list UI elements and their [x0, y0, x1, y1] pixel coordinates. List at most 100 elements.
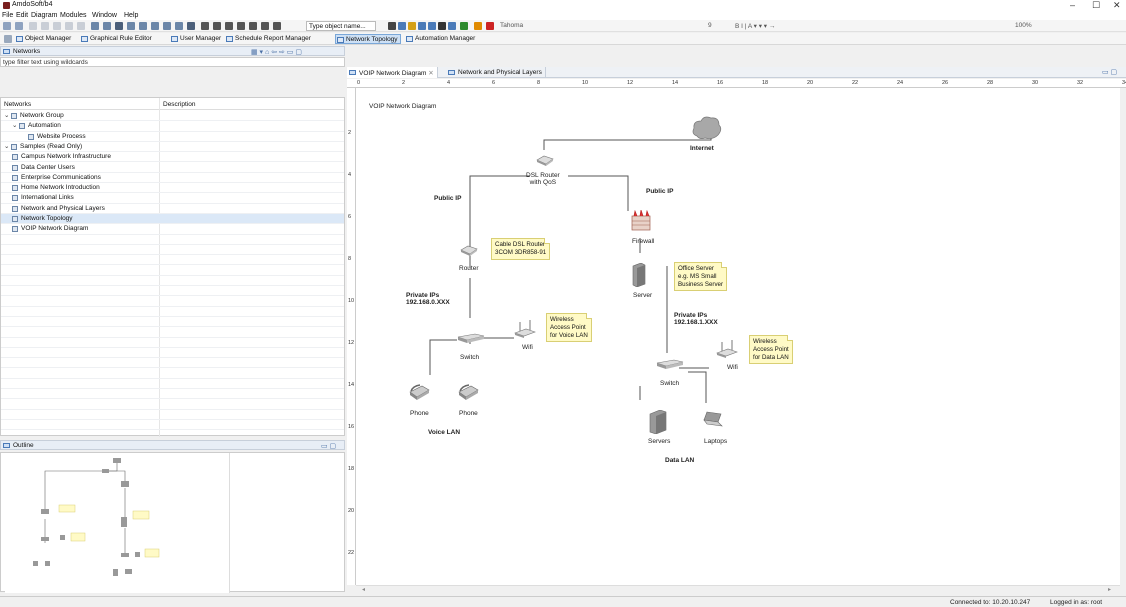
wifi-right-icon[interactable]: [716, 340, 738, 360]
toolbar-shape-icon[interactable]: [438, 22, 446, 30]
outline-tools-icon[interactable]: ▭ ▢: [321, 442, 336, 450]
tree-item[interactable]: ⌄ Network Group: [1, 111, 344, 122]
tree-item[interactable]: ⌄ Automation: [1, 121, 344, 132]
menu-file[interactable]: File: [2, 12, 13, 19]
column-description[interactable]: Description: [163, 101, 196, 108]
internet-cloud-icon[interactable]: [691, 114, 723, 142]
tree-item[interactable]: Network Topology: [1, 214, 344, 225]
wifi-left-icon[interactable]: [514, 320, 536, 340]
menu-help[interactable]: Help: [124, 12, 138, 19]
scroll-right-icon[interactable]: ▸: [1108, 586, 1111, 593]
server-icon[interactable]: [632, 263, 646, 287]
toolbar-shape-icon[interactable]: [448, 22, 456, 30]
tab-network-and-physical-layers[interactable]: Network and Physical Layers: [446, 67, 546, 78]
tab-voip-network-diagram[interactable]: VOIP Network Diagram ✕: [347, 67, 438, 78]
tree-item[interactable]: ⌄ Samples (Read Only): [1, 142, 344, 153]
tab-graphical-rule-editor[interactable]: Graphical Rule Editor: [80, 34, 154, 44]
tree-item[interactable]: Home Network Introduction: [1, 183, 344, 194]
laptops-icon[interactable]: [701, 411, 723, 429]
toolbar-tool-icon[interactable]: [65, 22, 73, 30]
server-note[interactable]: Office Server e.g. MS Small Business Ser…: [674, 262, 728, 292]
color-red-icon[interactable]: [486, 22, 494, 30]
menu-edit[interactable]: Edit: [16, 12, 28, 19]
vertical-scrollbar[interactable]: [1120, 88, 1126, 585]
toolbar-shape-icon[interactable]: [408, 22, 416, 30]
tree-item[interactable]: Enterprise Communications: [1, 173, 344, 184]
tab-automation-manager[interactable]: Automation Manager: [405, 34, 477, 44]
expand-chevron-icon[interactable]: ⌄: [4, 111, 9, 119]
toolbar-tool-icon[interactable]: [41, 22, 49, 30]
zoom-select[interactable]: 100%: [1015, 22, 1032, 29]
phone-1-icon[interactable]: [408, 384, 430, 402]
tree-item[interactable]: Campus Network Infrastructure: [1, 152, 344, 163]
menu-diagram[interactable]: Diagram: [31, 12, 57, 19]
editor-tools-icon[interactable]: ▭ ▢: [1102, 68, 1117, 76]
wifi-right-note[interactable]: Wireless Access Point for Data LAN: [749, 335, 793, 365]
text-format-icons[interactable]: B I | A ▾ ▾ ▾ →: [735, 22, 775, 30]
font-select[interactable]: Tahoma: [500, 22, 523, 29]
toolbar-tool-icon[interactable]: [175, 22, 183, 30]
toolbar-shape-icon[interactable]: [398, 22, 406, 30]
tree-item[interactable]: Data Center Users: [1, 163, 344, 173]
expand-chevron-icon[interactable]: ⌄: [12, 121, 17, 129]
column-networks[interactable]: Networks: [4, 101, 31, 108]
router-icon[interactable]: [460, 245, 478, 257]
toolbar-tool-icon[interactable]: [237, 22, 245, 30]
panel-tools-icon[interactable]: ▦ ▾ ⌂ ⇦ ⇨ ▭ ▢: [251, 48, 302, 56]
router-note[interactable]: Cable DSL Router 3COM 3DR858-91: [491, 238, 551, 260]
tab-object-manager[interactable]: Object Manager: [15, 34, 73, 44]
dsl-router-icon[interactable]: [536, 155, 554, 167]
toolbar-tool-icon[interactable]: [201, 22, 209, 30]
toolbar-tool-icon[interactable]: [187, 22, 195, 30]
toolbar-tool-icon[interactable]: [115, 22, 123, 30]
diagram-canvas[interactable]: VOIP Network Diagram Internet DSL Router…: [356, 88, 1120, 585]
phone-2-icon[interactable]: [457, 384, 479, 402]
toolbar-tool-icon[interactable]: [273, 22, 281, 30]
wifi-left-note[interactable]: Wireless Access Point for Voice LAN: [546, 313, 592, 343]
toolbar-tool-icon[interactable]: [139, 22, 147, 30]
toolbar-tool-icon[interactable]: [163, 22, 171, 30]
toolbar-tool-icon[interactable]: [127, 22, 135, 30]
toolbar-tool-icon[interactable]: [15, 22, 23, 30]
tree-item[interactable]: International Links: [1, 193, 344, 204]
outline-thumbnail[interactable]: [5, 453, 230, 593]
tree-item[interactable]: VOIP Network Diagram: [1, 224, 344, 235]
toolbar-shape-icon[interactable]: [388, 22, 396, 30]
toolbar-tool-icon[interactable]: [261, 22, 269, 30]
toolbar-tool-icon[interactable]: [3, 22, 11, 30]
horizontal-scrollbar[interactable]: ◂ ▸: [356, 585, 1120, 593]
filter-input[interactable]: type filter text using wildcards: [0, 57, 345, 67]
switch-right-icon[interactable]: [656, 359, 684, 370]
expand-chevron-icon[interactable]: ⌄: [4, 142, 9, 150]
tab-network-topology[interactable]: Network Topology: [335, 34, 401, 44]
close-button[interactable]: ✕: [1113, 0, 1121, 11]
tab-schedule-report-manager[interactable]: Schedule Report Manager: [225, 34, 313, 44]
toolbar-tool-icon[interactable]: [249, 22, 257, 30]
switch-left-icon[interactable]: [457, 333, 485, 344]
toolbar-shape-icon[interactable]: [418, 22, 426, 30]
minimize-button[interactable]: –: [1070, 0, 1075, 10]
menu-modules[interactable]: Modules: [60, 12, 86, 19]
toolbar-tool-icon[interactable]: [225, 22, 233, 30]
maximize-button[interactable]: ☐: [1092, 0, 1100, 11]
menu-window[interactable]: Window: [92, 12, 117, 19]
perspective-icon[interactable]: [4, 35, 12, 43]
toolbar-tool-icon[interactable]: [103, 22, 111, 30]
tree-item[interactable]: Website Process: [1, 132, 344, 142]
tree-item[interactable]: Network and Physical Layers: [1, 204, 344, 214]
toolbar-tool-icon[interactable]: [91, 22, 99, 30]
toolbar-tool-icon[interactable]: [213, 22, 221, 30]
toolbar-tool-icon[interactable]: [151, 22, 159, 30]
firewall-icon[interactable]: [630, 210, 652, 232]
toolbar-tool-icon[interactable]: [29, 22, 37, 30]
scroll-left-icon[interactable]: ◂: [362, 586, 365, 593]
tab-close-icon[interactable]: ✕: [428, 70, 433, 77]
toolbar-shape-icon[interactable]: [428, 22, 436, 30]
font-size-select[interactable]: 9: [708, 22, 712, 29]
servers-icon[interactable]: [649, 410, 667, 434]
tab-user-manager[interactable]: User Manager: [170, 34, 223, 44]
toolbar-shape-icon[interactable]: [460, 22, 468, 30]
toolbar-tool-icon[interactable]: [77, 22, 85, 30]
toolbar-shape-icon[interactable]: [474, 22, 482, 30]
object-name-input[interactable]: Type object name...: [306, 21, 376, 31]
